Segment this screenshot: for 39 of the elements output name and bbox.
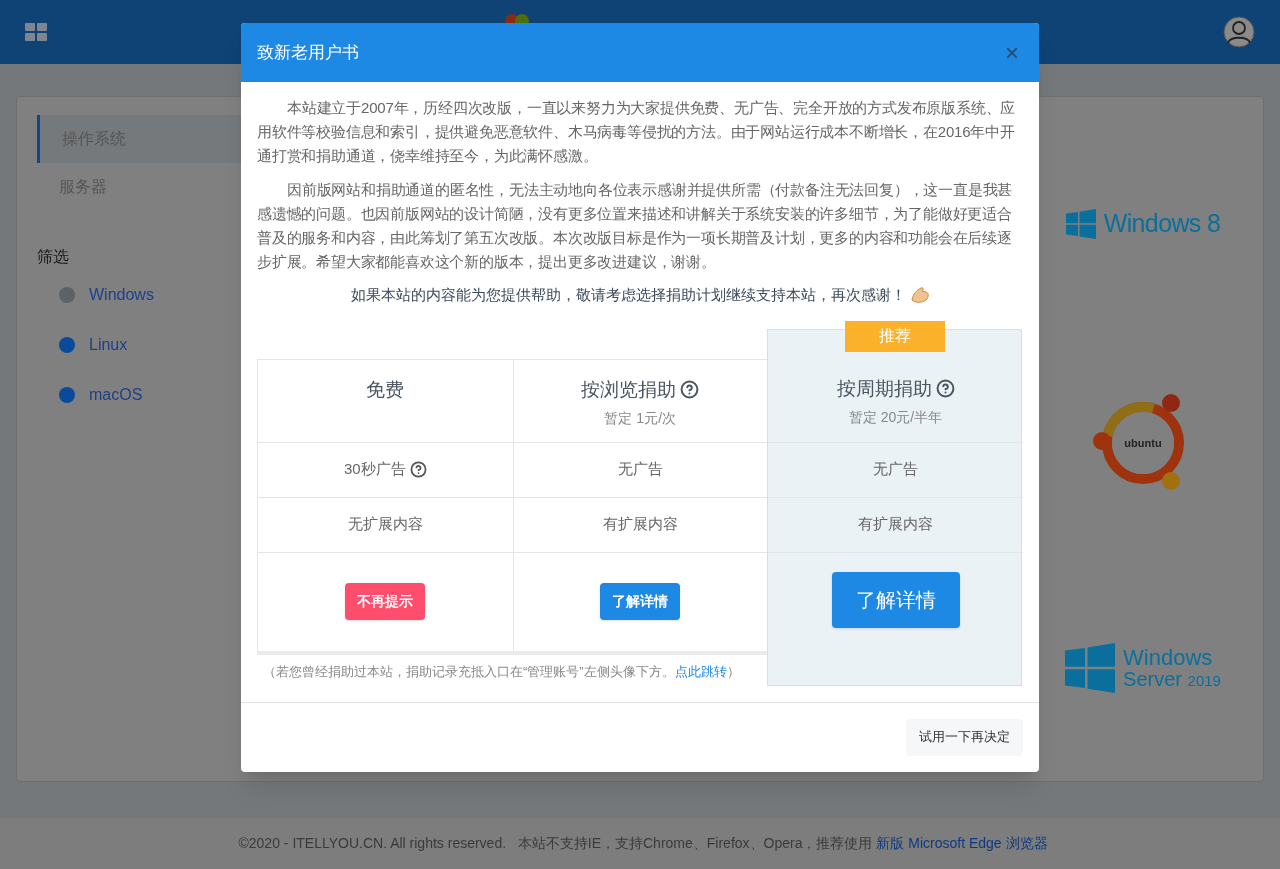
- plan-name: 免费: [366, 377, 405, 402]
- grid-menu-icon[interactable]: [25, 23, 47, 41]
- help-icon[interactable]: [680, 380, 700, 400]
- filter-option[interactable]: macOS: [89, 383, 143, 407]
- dialog-title: 致新老用户书: [257, 41, 359, 64]
- plan-feature: 30秒广告: [343, 459, 406, 480]
- close-button[interactable]: ×: [1001, 40, 1023, 65]
- plan-price: 暂定 1元/次: [604, 409, 677, 428]
- plan-feature: 有扩展内容: [858, 514, 933, 535]
- note-text: ）: [726, 662, 740, 681]
- plan-name: 按浏览捐助: [581, 377, 677, 402]
- details-button[interactable]: 了解详情: [600, 583, 681, 620]
- plan-feature: 无扩展内容: [347, 514, 423, 535]
- recommended-badge: 推荐: [845, 320, 945, 352]
- hand-icon: [909, 286, 930, 305]
- appeal-text: 如果本站的内容能为您提供帮助，敬请考虑选择捐助计划继续支持本站，再次感谢！: [350, 285, 906, 305]
- try-button[interactable]: 试用一下再决定: [906, 718, 1023, 756]
- dialog-paragraph: 因前版网站和捐助通道的匿名性，无法主动地向各位表示感谢并提供所需（付款备注无法回复），这一直是我甚感遗憾的问题。也因前版网站的设计简陋，没有更多位置来描述和讲解关于系统安装的许多细节，为了能做好更适合普及的服务和内容，由此筹划了第五次改版。本次改版目标是作为一项长期普及计划，更多的内容和功能会在后续逐步扩展。希望大家都能喜欢这个新的版本，提出更多改进建议，谢谢。: [257, 180, 1014, 272]
- note-text: （若您曾经捐助过本站，捐助记录充抵入口在“管理账号”左侧头像下方。: [263, 662, 675, 681]
- filter-heading: 筛选: [37, 247, 70, 267]
- windows-logo-icon: [1065, 642, 1116, 693]
- footer-text: ©2020 - ITELLYOU.CN. All rights reserved. 本站不支持IE，支持Chrome、Firefox、Opera，推荐使用: [238, 834, 874, 853]
- plan-name: 按周期捐助: [836, 376, 932, 401]
- help-icon[interactable]: [409, 461, 427, 478]
- plan-feature: 无广告: [617, 459, 663, 480]
- avatar-icon[interactable]: [1223, 16, 1255, 48]
- windows-logo-icon: [1065, 208, 1096, 239]
- plan-price: 暂定 20元/半年: [848, 408, 943, 427]
- help-icon[interactable]: [935, 379, 955, 399]
- plan-feature: 无广告: [873, 459, 918, 480]
- footer-link[interactable]: 新版 Microsoft Edge 浏览器: [876, 833, 1048, 854]
- filter-option[interactable]: Windows: [89, 283, 154, 307]
- dialog-paragraph: 本站建立于2007年，历经四次改版，一直以来努力为大家提供免费、无广告、完全开放的方式发布原版系统、应用软件等校验信息和索引，提供避免恶意软件、木马病毒等侵扰的方法。由于网站运行成本不断增长，在2016年中开通打赏和捐助通道，侥幸维持至今，为此满怀感激。: [257, 98, 1017, 166]
- jump-link[interactable]: 点此跳转: [674, 661, 727, 681]
- plan-feature: 有扩展内容: [602, 514, 678, 535]
- details-button[interactable]: 了解详情: [831, 571, 960, 628]
- filter-option[interactable]: Linux: [89, 333, 128, 357]
- dismiss-button[interactable]: 不再提示: [345, 583, 426, 620]
- os-logo[interactable]: Windows Server 2019: [1065, 642, 1221, 693]
